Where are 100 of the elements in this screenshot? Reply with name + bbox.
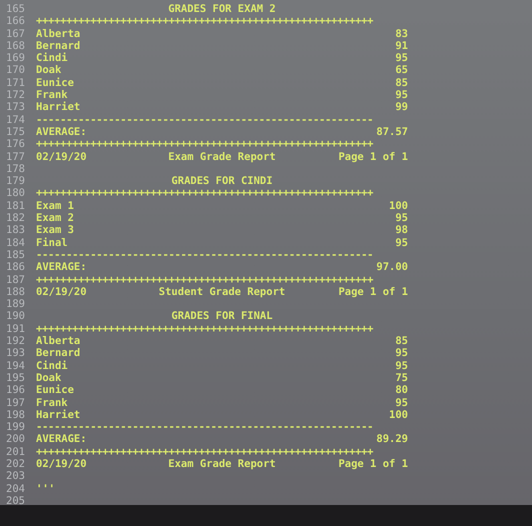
separator-line: ++++++++++++++++++++++++++++++++++++++++++++++++++++++++: [36, 187, 374, 200]
row-value: 99: [395, 101, 408, 114]
line-number: 183: [6, 224, 26, 237]
row-label: Frank: [36, 89, 68, 102]
row-value: 83: [395, 28, 408, 40]
row-label: Frank: [36, 396, 68, 409]
line-number: 176: [6, 138, 26, 151]
row-value: 95: [395, 360, 408, 372]
row-label: Exam 3: [36, 224, 74, 237]
report-name: Exam Grade Report: [168, 150, 276, 163]
separator-line: ++++++++++++++++++++++++++++++++++++++++++++++++++++++++: [36, 446, 374, 458]
line-number: 165: [6, 3, 26, 16]
line-number: 186: [6, 261, 26, 274]
row-label: Doak: [36, 64, 62, 77]
page-number: Page 1 of 1: [337, 286, 408, 298]
line-number: 168: [6, 40, 26, 52]
line-number: 191: [6, 322, 26, 336]
line-number: 174: [6, 114, 26, 126]
row-label: Bernard: [36, 40, 80, 52]
report-name: Exam Grade Report: [168, 458, 276, 470]
row-value: 80: [395, 384, 408, 396]
separator-line: ++++++++++++++++++++++++++++++++++++++++++++++++++++++++: [36, 274, 374, 286]
report-title: GRADES FOR CINDI: [171, 175, 273, 188]
report-title: GRADES FOR EXAM 2: [168, 3, 276, 16]
line-number: 182: [6, 212, 26, 224]
code-text: ''': [36, 482, 55, 495]
row-label: AVERAGE:: [36, 433, 87, 446]
row-label: Eunice: [36, 384, 74, 396]
row-label: Alberta: [36, 335, 80, 348]
row-label: Harriet: [36, 101, 80, 114]
row-label: Doak: [36, 372, 62, 384]
row-label: Cindi: [36, 360, 68, 372]
row-value: 91: [395, 40, 408, 52]
line-number: 171: [6, 76, 26, 90]
row-value: 95: [395, 212, 408, 224]
line-number: 188: [6, 286, 26, 298]
separator-line: --------------------------------------------------------: [36, 421, 374, 434]
row-value: 100: [389, 200, 408, 212]
row-label: Exam 1: [36, 200, 74, 212]
line-number: 189: [6, 298, 26, 310]
line-number: 187: [6, 274, 26, 286]
row-value: 65: [395, 64, 408, 77]
line-number: 197: [6, 396, 26, 409]
row-value: 100: [389, 408, 408, 422]
line-number: 177: [6, 150, 26, 163]
row-value: 95: [395, 396, 408, 409]
line-number: 173: [6, 101, 26, 114]
line-number: 203: [6, 470, 26, 483]
separator-line: ++++++++++++++++++++++++++++++++++++++++++++++++++++++++: [36, 15, 374, 28]
line-number: 201: [6, 446, 26, 458]
report-name: Student Grade Report: [158, 286, 286, 298]
line-number: 170: [6, 64, 26, 77]
row-value: 95: [395, 89, 408, 102]
row-label: Final: [36, 236, 68, 249]
row-value: 98: [395, 224, 408, 237]
line-number: 202: [6, 458, 26, 470]
row-value: 89.29: [376, 433, 408, 446]
line-number: 175: [6, 126, 26, 138]
row-value: 95: [395, 52, 408, 64]
line-number: 193: [6, 347, 26, 360]
row-label: AVERAGE:: [36, 126, 87, 138]
line-number: 198: [6, 408, 26, 422]
row-value: 97.00: [376, 261, 408, 274]
line-number: 196: [6, 384, 26, 396]
separator-line: ++++++++++++++++++++++++++++++++++++++++++++++++++++++++: [36, 138, 374, 151]
line-number: 195: [6, 372, 26, 384]
row-value: 85: [395, 335, 408, 348]
row-value: 75: [395, 372, 408, 384]
row-value: 95: [395, 236, 408, 249]
line-number: 179: [6, 175, 26, 188]
line-number: 169: [6, 52, 26, 64]
row-label: AVERAGE:: [36, 261, 87, 274]
report-title: GRADES FOR FINAL: [171, 310, 273, 323]
separator-line: --------------------------------------------------------: [36, 114, 374, 126]
row-label: Eunice: [36, 76, 74, 90]
line-number: 190: [6, 310, 26, 323]
line-number: 180: [6, 187, 26, 200]
row-value: 87.57: [376, 126, 408, 138]
report-date: 02/19/20: [36, 286, 88, 298]
line-number: 181: [6, 200, 26, 212]
page-number: Page 1 of 1: [337, 150, 408, 163]
report-date: 02/19/20: [36, 150, 88, 163]
row-value: 95: [395, 347, 408, 360]
line-number: 178: [6, 162, 26, 176]
row-label: Bernard: [36, 347, 80, 360]
line-number: 200: [6, 433, 26, 446]
line-number: 167: [6, 28, 26, 40]
line-number: 194: [6, 360, 26, 372]
report-date: 02/19/20: [36, 458, 88, 470]
line-number: 199: [6, 421, 26, 434]
line-number: 192: [6, 335, 26, 348]
separator-line: ++++++++++++++++++++++++++++++++++++++++++++++++++++++++: [36, 322, 374, 336]
row-label: Alberta: [36, 28, 80, 40]
line-number: 172: [6, 89, 26, 102]
line-number: 205: [6, 494, 26, 508]
row-value: 85: [395, 76, 408, 90]
line-number: 204: [6, 482, 26, 495]
page-number: Page 1 of 1: [337, 458, 408, 470]
line-number: 166: [6, 15, 26, 28]
row-label: Harriet: [36, 408, 80, 422]
